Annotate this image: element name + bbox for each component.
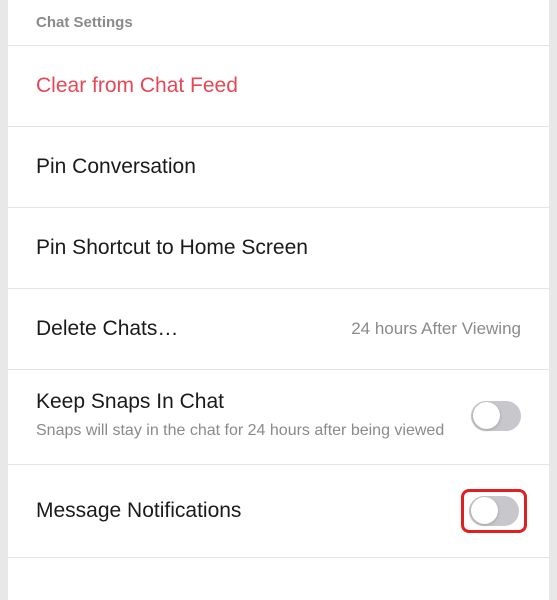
row-message-notifications: Message Notifications [8, 465, 549, 558]
row-text: Keep Snaps In Chat Snaps will stay in th… [36, 390, 471, 442]
row-text: Delete Chats… [36, 317, 351, 341]
settings-panel: Chat Settings Clear from Chat Feed Pin C… [8, 0, 549, 600]
row-label: Pin Conversation [36, 155, 521, 179]
row-value-delete-chats: 24 hours After Viewing [351, 319, 521, 339]
toggle-knob [473, 402, 500, 429]
row-label: Delete Chats… [36, 317, 351, 341]
highlight-annotation [461, 489, 527, 533]
row-text: Message Notifications [36, 499, 461, 523]
row-label: Pin Shortcut to Home Screen [36, 236, 521, 260]
section-header-label: Chat Settings [36, 14, 133, 31]
row-text: Pin Conversation [36, 155, 521, 179]
row-text: Pin Shortcut to Home Screen [36, 236, 521, 260]
row-clear-from-chat-feed[interactable]: Clear from Chat Feed [8, 46, 549, 127]
section-header-chat-settings: Chat Settings [8, 0, 549, 46]
row-sublabel: Snaps will stay in the chat for 24 hours… [36, 420, 471, 442]
row-label: Clear from Chat Feed [36, 74, 521, 98]
row-delete-chats[interactable]: Delete Chats… 24 hours After Viewing [8, 289, 549, 370]
toggle-knob [471, 497, 498, 524]
toggle-message-notifications[interactable] [469, 496, 519, 526]
row-pin-conversation[interactable]: Pin Conversation [8, 127, 549, 208]
row-text: Clear from Chat Feed [36, 74, 521, 98]
row-pin-shortcut-home-screen[interactable]: Pin Shortcut to Home Screen [8, 208, 549, 289]
row-label: Keep Snaps In Chat [36, 390, 471, 414]
row-label: Message Notifications [36, 499, 461, 523]
toggle-keep-snaps[interactable] [471, 401, 521, 431]
row-keep-snaps-in-chat: Keep Snaps In Chat Snaps will stay in th… [8, 370, 549, 465]
